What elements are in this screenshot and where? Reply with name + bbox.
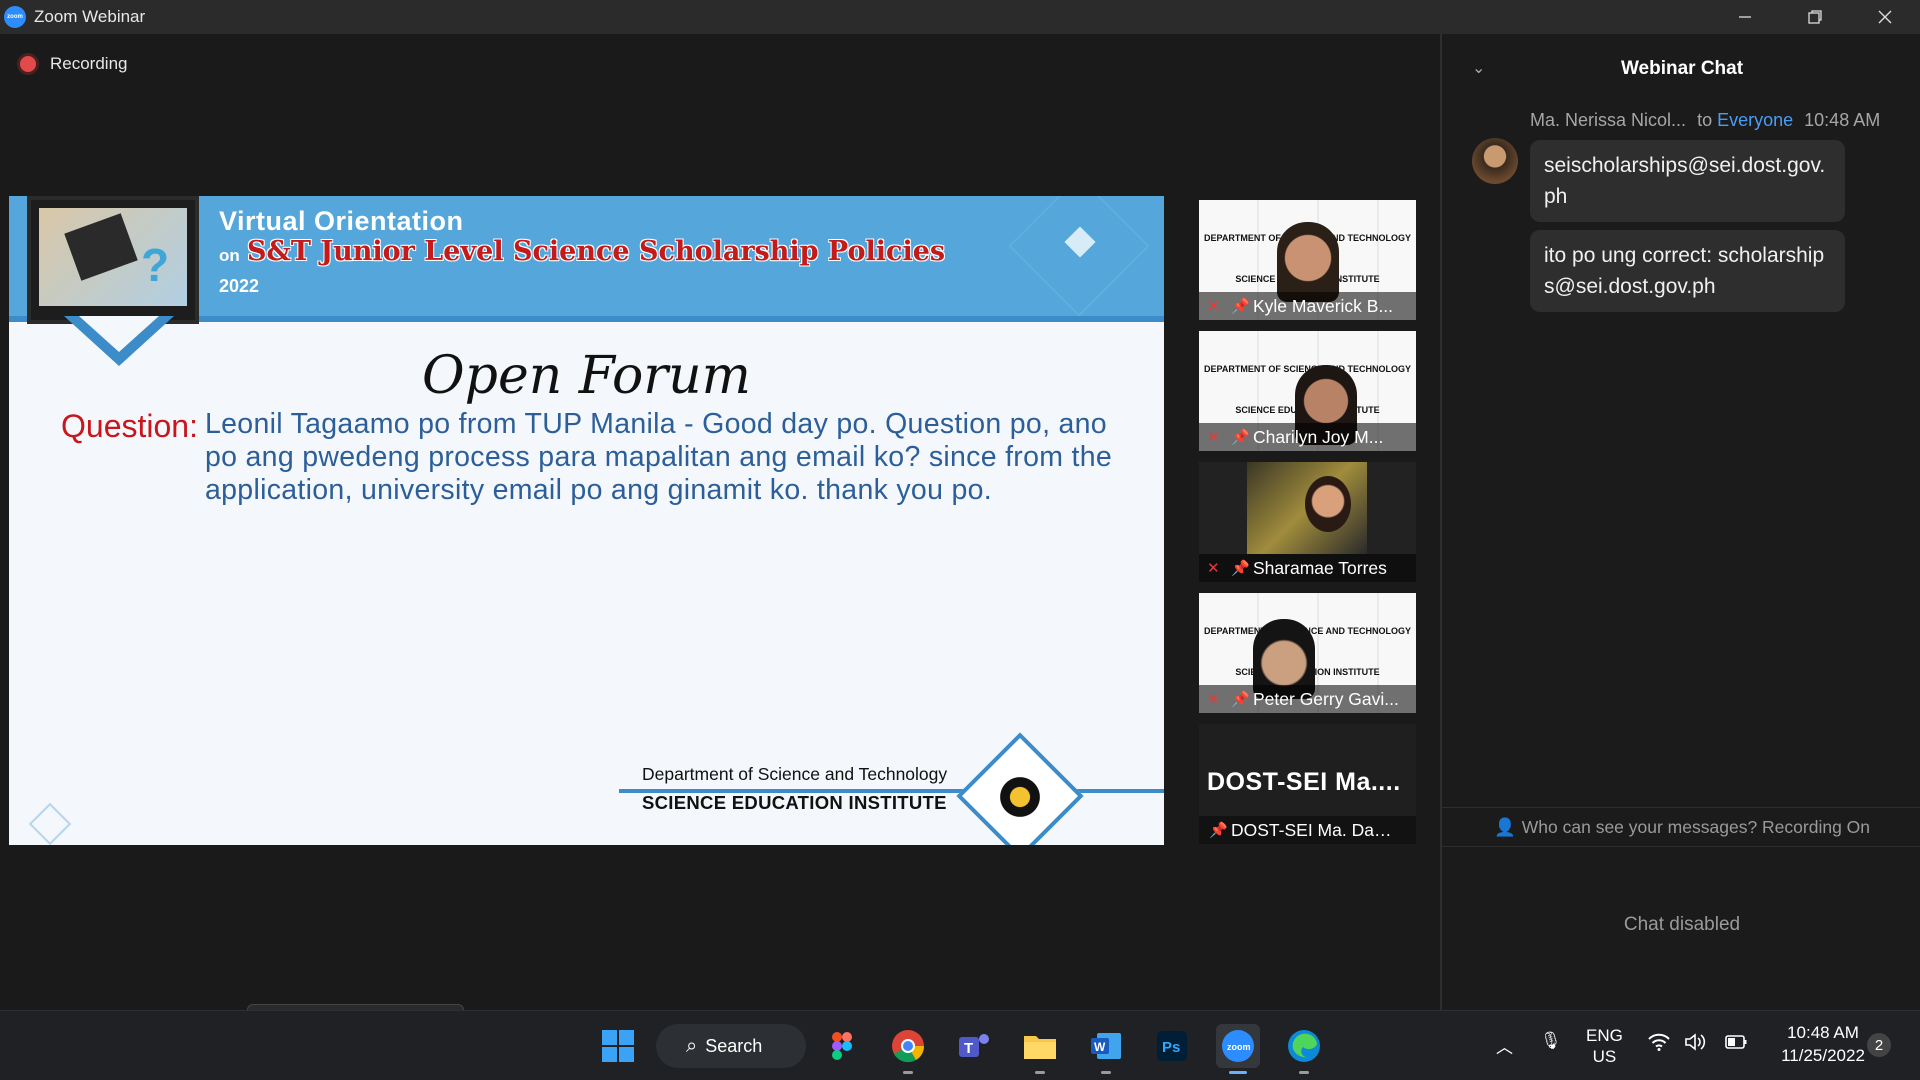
window-controls <box>1710 0 1920 34</box>
question-label: Question: <box>61 408 198 444</box>
windows-taskbar: ⌕ Search T W Ps zoom ︿ 🎙 ENG US 10:48 AM… <box>0 1010 1920 1080</box>
footer-institute: SCIENCE EDUCATION INSTITUTE <box>642 792 947 813</box>
chrome-icon[interactable] <box>886 1024 930 1074</box>
svg-text:zoom: zoom <box>1227 1042 1251 1052</box>
slide-year: 2022 <box>219 276 260 296</box>
participant-name: Kyle Maverick B... <box>1253 295 1394 316</box>
recording-dot-icon <box>20 56 36 72</box>
volume-icon[interactable] <box>1684 1033 1706 1056</box>
shared-screen-slide: ? Virtual Orientation on S&T Junior Leve… <box>9 196 1164 845</box>
chat-disabled-label: Chat disabled <box>1623 914 1741 935</box>
taskbar-search-label: Search <box>705 1035 763 1056</box>
webinar-chat-panel: ⌄ Webinar Chat Ma. Nerissa Nicol... to E… <box>1440 34 1920 1010</box>
participant-name: Charilyn Joy M... <box>1253 426 1384 447</box>
recording-indicator[interactable]: Recording <box>20 54 128 74</box>
chat-sender: Ma. Nerissa Nicol... <box>1530 110 1687 130</box>
chat-title: Webinar Chat <box>1620 58 1744 79</box>
svg-text:T: T <box>964 1040 973 1057</box>
teams-icon[interactable]: T <box>952 1024 996 1068</box>
zoom-logo-icon: zoom <box>4 6 26 28</box>
pin-icon: 📌 <box>1209 822 1228 839</box>
avatar <box>1472 138 1518 184</box>
restore-icon <box>1808 10 1822 24</box>
recording-label: Recording <box>50 54 128 73</box>
restore-button[interactable] <box>1780 0 1850 34</box>
question-text: Leonil Tagaamo po from TUP Manila - Good… <box>205 408 1113 506</box>
chat-visibility-note[interactable]: 👤 Who can see your messages? Recording O… <box>1442 807 1920 847</box>
search-icon: ⌕ <box>686 1034 698 1057</box>
battery-icon[interactable] <box>1722 1033 1748 1056</box>
participant-tile[interactable]: DEPARTMENT OF SCIENCE AND TECHNOLOGY SCI… <box>1199 331 1416 451</box>
close-button[interactable] <box>1850 0 1920 34</box>
slide-title: Virtual Orientation <box>219 206 464 236</box>
person-icon: 👤 <box>1493 816 1516 837</box>
muted-mic-icon: ✕ <box>1207 298 1220 315</box>
notification-badge[interactable]: 2 <box>1867 1033 1891 1057</box>
slide-deco-diamond <box>28 802 72 845</box>
chat-recipient[interactable]: Everyone <box>1717 110 1793 130</box>
slide-subtitle: S&T Junior Level Science Scholarship Pol… <box>247 236 946 267</box>
title-bar: zoom Zoom Webinar <box>0 0 1920 34</box>
figma-icon[interactable] <box>820 1024 864 1068</box>
photoshop-icon[interactable]: Ps <box>1150 1024 1194 1068</box>
slide-heading: Open Forum <box>422 346 751 406</box>
pin-icon: 📌 <box>1231 691 1250 708</box>
pin-icon: 📌 <box>1231 298 1250 315</box>
svg-text:W: W <box>1094 1040 1106 1054</box>
participant-tile[interactable]: DOST-SEI Ma.... 📌 DOST-SEI Ma. Daisy... <box>1199 724 1416 844</box>
chat-message[interactable]: ito po ung correct: scholarships@sei.dos… <box>1530 230 1845 312</box>
edge-icon[interactable] <box>1282 1024 1326 1074</box>
meeting-area: Recording ? Virtual Orientation on S&T J… <box>0 34 1440 1042</box>
file-explorer-icon[interactable] <box>1018 1024 1062 1074</box>
taskbar-search-button[interactable]: ⌕ Search <box>656 1024 806 1068</box>
chat-message[interactable]: seischolarships@sei.dost.gov.ph <box>1530 140 1845 222</box>
pin-icon: 📌 <box>1231 429 1250 446</box>
chevron-up-icon[interactable]: ︿ <box>1496 1033 1513 1058</box>
muted-mic-icon: ✕ <box>1207 560 1220 577</box>
dost-logo-icon <box>997 774 1043 820</box>
language-indicator[interactable]: ENG US <box>1586 1025 1623 1067</box>
footer-department: Department of Science and Technology <box>642 764 948 784</box>
muted-mic-icon: ✕ <box>1207 429 1220 446</box>
close-icon <box>1878 10 1892 24</box>
chat-time: 10:48 AM <box>1804 110 1881 130</box>
question-mark-icon: ? <box>141 239 170 291</box>
window-title: Zoom Webinar <box>34 7 146 26</box>
participant-name: Sharamae Torres <box>1253 557 1387 578</box>
zoom-taskbar-icon[interactable]: zoom <box>1216 1024 1260 1074</box>
participant-name: DOST-SEI Ma. Daisy... <box>1231 819 1393 840</box>
participant-tile[interactable]: DEPARTMENT OF SCIENCE AND TECHNOLOGY SCI… <box>1199 200 1416 320</box>
participant-tile[interactable]: DEPARTMENT OF SCIENCE AND TECHNOLOGY SCI… <box>1199 593 1416 713</box>
chat-message-meta: Ma. Nerissa Nicol... to Everyone 10:48 A… <box>1530 110 1880 131</box>
participant-video <box>1277 222 1339 302</box>
muted-mic-icon: ✕ <box>1207 691 1220 708</box>
minimize-button[interactable] <box>1710 0 1780 34</box>
word-icon[interactable]: W <box>1084 1024 1128 1074</box>
windows-start-icon[interactable] <box>596 1024 640 1068</box>
participant-display-name: DOST-SEI Ma.... <box>1207 768 1401 796</box>
participant-name: Peter Gerry Gavi... <box>1253 688 1399 709</box>
slide-on-label: on <box>219 246 240 265</box>
svg-text:Ps: Ps <box>1162 1039 1180 1056</box>
participant-tile[interactable]: ✕ 📌 Sharamae Torres <box>1199 462 1416 582</box>
pin-icon: 📌 <box>1231 560 1250 577</box>
minimize-icon <box>1739 16 1751 18</box>
wifi-icon[interactable] <box>1648 1033 1670 1056</box>
chat-to-prefix: to <box>1697 110 1713 130</box>
laptop-graduation-image: ? <box>27 196 199 324</box>
participant-video <box>1247 462 1367 554</box>
microphone-icon[interactable]: 🎙 <box>1540 1031 1562 1051</box>
